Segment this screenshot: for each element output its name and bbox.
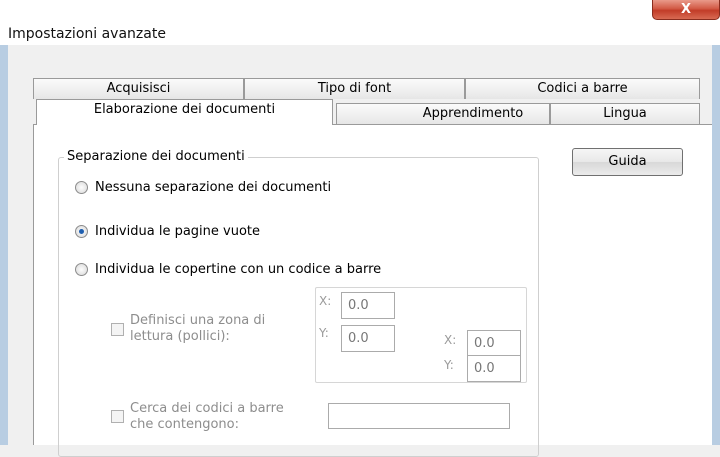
tab-label: Acquisisci (106, 81, 171, 96)
define-zone-checkbox[interactable] (111, 323, 124, 336)
x2-field[interactable]: 0.0 (467, 330, 521, 357)
y2-field[interactable]: 0.0 (467, 355, 521, 382)
tab-tipo-di-font[interactable]: Tipo di font (244, 78, 465, 99)
radio-label: Individua le pagine vuote (95, 224, 261, 239)
define-zone-label-line1: Definisci una zona di (130, 313, 266, 328)
search-barcode-label: Cerca dei codici a barre che contengono: (130, 401, 284, 433)
y1-label: Y: (319, 326, 329, 340)
radio-label: Individua le copertine con un codice a b… (95, 262, 382, 277)
x1-label: X: (319, 294, 332, 308)
tab-codici-a-barre[interactable]: Codici a barre (465, 78, 700, 99)
y2-label: Y: (444, 358, 454, 372)
window-frame-right (712, 45, 720, 445)
tab-label: Tipo di font (317, 81, 392, 96)
tab-acquisisci[interactable]: Acquisisci (33, 78, 244, 99)
search-barcode-label-line1: Cerca dei codici a barre (130, 401, 284, 416)
window-frame-left (0, 45, 8, 445)
radio-blank-pages[interactable]: Individua le pagine vuote (75, 224, 260, 239)
group-legend: Separazione dei documenti (64, 149, 248, 164)
search-barcode-label-line2: che contengono: (130, 417, 239, 432)
tab-label: Codici a barre (537, 81, 628, 96)
x1-field[interactable]: 0.0 (341, 292, 395, 319)
tab-label: Elaborazione dei documenti (93, 102, 276, 117)
title-bar: Impostazioni avanzate X (0, 0, 720, 45)
define-zone-label-line2: lettura (pollici): (130, 329, 230, 344)
close-icon: X (680, 2, 692, 17)
help-button-label: Guida (608, 154, 647, 169)
tab-label: Lingua (603, 106, 647, 121)
x2-label: X: (444, 333, 457, 347)
tab-lingua[interactable]: Lingua (550, 103, 700, 124)
help-button[interactable]: Guida (572, 148, 683, 176)
radio-barcode-covers[interactable]: Individua le copertine con un codice a b… (75, 262, 381, 277)
close-button[interactable]: X (652, 0, 720, 20)
search-barcode-checkbox[interactable] (111, 410, 124, 423)
radio-button-icon (75, 263, 88, 276)
barcode-text-field[interactable] (328, 403, 510, 429)
radio-no-separation[interactable]: Nessuna separazione dei documenti (75, 180, 331, 195)
tab-label: Apprendimento (422, 106, 524, 121)
radio-button-checked-icon (75, 225, 88, 238)
window-title: Impostazioni avanzate (8, 26, 166, 42)
radio-label: Nessuna separazione dei documenti (95, 180, 332, 195)
tab-elaborazione-dei-documenti[interactable]: Elaborazione dei documenti (36, 99, 333, 125)
tab-apprendimento[interactable]: Apprendimento (336, 103, 550, 124)
y1-field[interactable]: 0.0 (341, 325, 395, 352)
define-zone-label: Definisci una zona di lettura (pollici): (130, 313, 265, 345)
radio-button-icon (75, 181, 88, 194)
